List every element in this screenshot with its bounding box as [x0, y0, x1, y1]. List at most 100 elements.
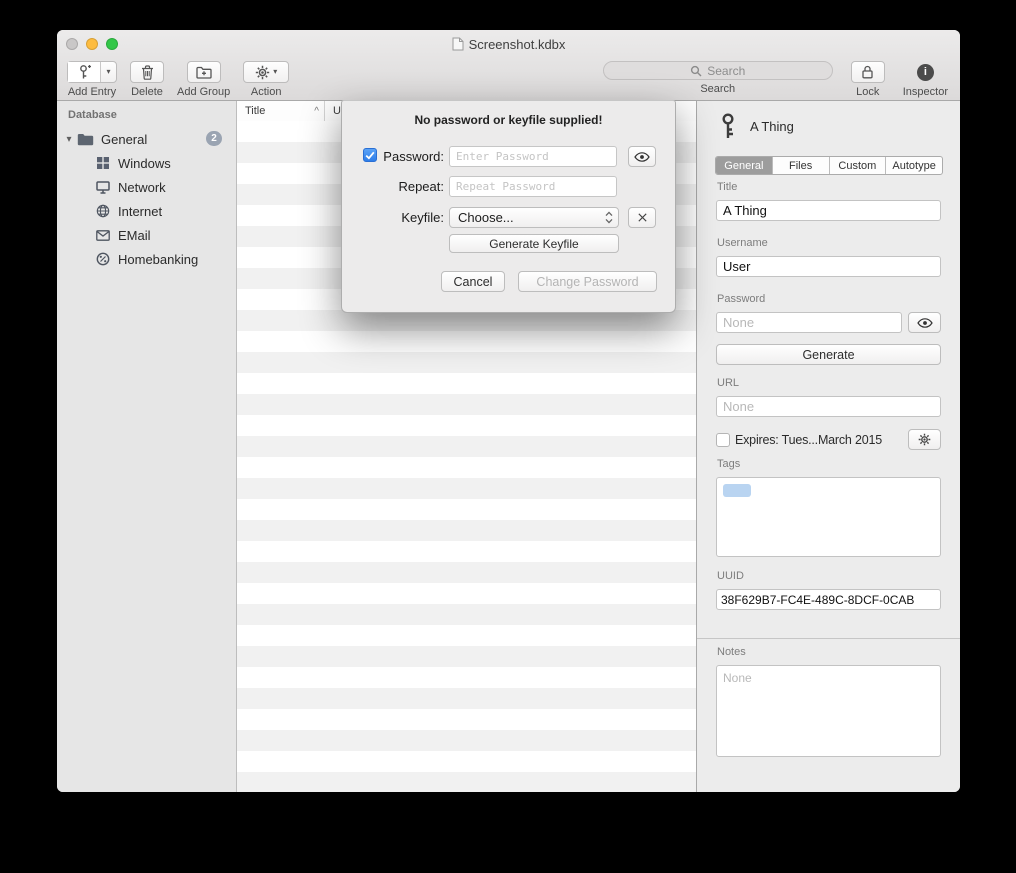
inspector-panel: A Thing General Files Custom Autotype Ti… [696, 101, 960, 792]
sidebar-item-windows[interactable]: Windows [57, 151, 236, 175]
info-glyph: i [924, 66, 927, 78]
search-input[interactable]: Search [603, 61, 833, 80]
expiry-settings-button[interactable] [908, 429, 941, 450]
tab-files[interactable]: Files [772, 157, 829, 174]
password-label: Password: [378, 149, 444, 164]
tab-autotype[interactable]: Autotype [885, 157, 942, 174]
lock-icon [862, 65, 873, 79]
cancel-button[interactable]: Cancel [441, 271, 505, 292]
tab-custom[interactable]: Custom [829, 157, 886, 174]
expires-checkbox[interactable] [716, 433, 730, 447]
action-button[interactable]: ▾ [243, 61, 289, 83]
username-field-label: Username [717, 237, 768, 249]
column-header-title[interactable]: Title ^ [237, 101, 325, 121]
window-title-wrap: Screenshot.kdbx [57, 30, 960, 58]
toolbar-right-group: Search Search Lock i [603, 61, 948, 98]
uuid-field[interactable] [716, 589, 941, 610]
trash-icon [141, 65, 154, 80]
keyfile-label: Keyfile: [378, 210, 444, 225]
sidebar-item-label: Homebanking [118, 252, 198, 267]
window-title: Screenshot.kdbx [469, 37, 566, 52]
info-icon: i [917, 64, 934, 81]
search-icon [690, 65, 702, 77]
inspector-label: Inspector [903, 86, 948, 98]
lock-button[interactable] [851, 61, 885, 83]
percent-coin-icon [96, 252, 110, 266]
globe-icon [96, 204, 110, 218]
eye-icon [917, 318, 933, 328]
password-field[interactable] [716, 312, 902, 333]
sidebar: Database ▾ General 2 Windows Network [57, 101, 237, 792]
sidebar-item-label: Network [118, 180, 166, 195]
clear-keyfile-button[interactable] [628, 207, 656, 228]
search-label: Search [700, 83, 735, 95]
password-checkbox[interactable] [363, 148, 377, 162]
tags-box[interactable] [716, 477, 941, 557]
folder-plus-icon [196, 66, 212, 79]
keyfile-value: Choose... [458, 210, 514, 225]
search-placeholder: Search [707, 64, 745, 78]
close-x-icon [637, 212, 648, 223]
change-password-button[interactable]: Change Password [518, 271, 657, 292]
url-field[interactable] [716, 396, 941, 417]
username-field[interactable] [716, 256, 941, 277]
toolbar-search: Search Search [603, 61, 833, 95]
sidebar-item-label: Internet [118, 204, 162, 219]
folder-icon [77, 133, 94, 146]
popup-chevrons-icon [605, 211, 613, 224]
tags-label: Tags [717, 458, 740, 470]
sidebar-item-email[interactable]: EMail [57, 223, 236, 247]
generate-keyfile-button[interactable]: Generate Keyfile [449, 234, 619, 253]
add-group-button[interactable] [187, 61, 221, 83]
toolbar-add-entry: ▾ Add Entry [67, 61, 117, 98]
window-chrome: Screenshot.kdbx ▾ Add Entry [57, 30, 960, 101]
add-group-label: Add Group [177, 86, 230, 98]
inspector-reveal-password-button[interactable] [908, 312, 941, 333]
inspector-toggle-button[interactable]: i [917, 61, 934, 83]
sidebar-section-header: Database [57, 107, 236, 127]
tab-general[interactable]: General [716, 157, 772, 174]
sidebar-item-homebanking[interactable]: Homebanking [57, 247, 236, 271]
windows-grid-icon [96, 156, 110, 170]
lock-label: Lock [856, 86, 879, 98]
delete-label: Delete [131, 86, 163, 98]
repeat-label: Repeat: [378, 179, 444, 194]
disclosure-triangle-icon[interactable]: ▾ [61, 134, 77, 145]
sidebar-item-label: Windows [118, 156, 171, 171]
inspector-tabs: General Files Custom Autotype [715, 156, 943, 175]
toolbar-lock: Lock [851, 61, 885, 98]
add-entry-dropdown[interactable]: ▾ [100, 62, 116, 82]
toolbar: ▾ Add Entry Delete A [57, 58, 960, 100]
keyfile-select[interactable]: Choose... [449, 207, 619, 228]
computer-icon [96, 181, 110, 194]
toolbar-inspector: i Inspector [903, 61, 948, 98]
inspector-header: A Thing [720, 113, 794, 140]
notes-field[interactable]: None [716, 665, 941, 757]
reveal-password-button[interactable] [628, 146, 656, 167]
sidebar-item-internet[interactable]: Internet [57, 199, 236, 223]
chevron-down-icon: ▾ [106, 68, 110, 76]
gear-icon [918, 433, 931, 446]
key-icon [720, 113, 736, 140]
titlebar[interactable]: Screenshot.kdbx [57, 30, 960, 58]
repeat-password-input[interactable] [449, 176, 617, 197]
sort-ascending-icon: ^ [314, 106, 319, 117]
toolbar-add-group: Add Group [177, 61, 230, 98]
sheet-message: No password or keyfile supplied! [342, 113, 675, 127]
enter-password-input[interactable] [449, 146, 617, 167]
sidebar-group-general[interactable]: ▾ General 2 [57, 127, 236, 151]
tag-chip[interactable] [723, 484, 751, 497]
action-label: Action [251, 86, 282, 98]
delete-button[interactable] [130, 61, 164, 83]
sidebar-group-label: General [101, 132, 147, 147]
generate-password-button[interactable]: Generate [716, 344, 941, 365]
change-password-label: Change Password [536, 275, 638, 289]
app-window: Screenshot.kdbx ▾ Add Entry [57, 30, 960, 792]
add-entry-button[interactable]: ▾ [67, 61, 117, 83]
expires-label: Expires: Tues...March 2015 [735, 433, 882, 447]
toolbar-delete: Delete [130, 61, 164, 98]
add-entry-label: Add Entry [68, 86, 116, 98]
title-field[interactable] [716, 200, 941, 221]
sidebar-item-network[interactable]: Network [57, 175, 236, 199]
entry-count-badge: 2 [206, 131, 222, 146]
